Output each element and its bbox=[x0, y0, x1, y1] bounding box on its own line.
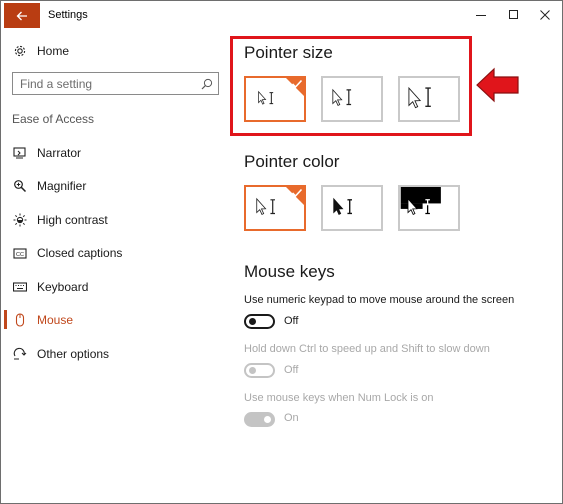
search-input[interactable]: Find a setting bbox=[12, 72, 219, 95]
mouse-keys-toggle[interactable] bbox=[244, 314, 275, 329]
gear-icon bbox=[12, 43, 28, 59]
sidebar-item-label: Other options bbox=[37, 347, 110, 361]
other-options-icon bbox=[12, 346, 28, 362]
close-button[interactable] bbox=[534, 5, 556, 25]
white-pointer-icon bbox=[256, 197, 275, 215]
sidebar-item-label: Closed captions bbox=[37, 246, 123, 260]
numeric-keypad-description: Use numeric keypad to move mouse around … bbox=[244, 294, 515, 306]
sidebar-item-narrator[interactable]: Narrator bbox=[12, 145, 81, 161]
ctrl-speed-toggle-label: Off bbox=[284, 364, 299, 376]
pointer-color-heading: Pointer color bbox=[244, 152, 340, 171]
toggle-knob bbox=[264, 416, 271, 423]
mouse-keys-toggle-label: Off bbox=[284, 315, 299, 327]
high-contrast-icon bbox=[12, 212, 28, 228]
annotation-highlight-box bbox=[230, 36, 472, 136]
pointer-color-option-inverted[interactable] bbox=[398, 185, 460, 231]
magnifier-icon bbox=[12, 178, 28, 194]
sidebar-item-label: High contrast bbox=[37, 213, 108, 227]
active-item-indicator bbox=[4, 310, 7, 329]
keyboard-icon bbox=[12, 279, 28, 295]
section-label: Ease of Access bbox=[12, 112, 95, 126]
close-icon bbox=[540, 10, 550, 20]
back-button[interactable] bbox=[4, 3, 40, 28]
search-placeholder: Find a setting bbox=[20, 77, 93, 91]
sidebar-item-label: Mouse bbox=[37, 313, 74, 327]
black-pointer-icon bbox=[333, 197, 352, 215]
closed-captions-icon: CC bbox=[12, 245, 28, 261]
num-lock-description: Use mouse keys when Num Lock is on bbox=[244, 392, 434, 404]
sidebar-item-closed-captions[interactable]: CC Closed captions bbox=[12, 245, 122, 261]
mouse-icon bbox=[12, 312, 28, 328]
minimize-button[interactable] bbox=[470, 5, 492, 25]
mouse-keys-heading: Mouse keys bbox=[244, 262, 335, 281]
sidebar-item-label: Keyboard bbox=[37, 280, 89, 294]
sidebar-item-high-contrast[interactable]: High contrast bbox=[12, 212, 108, 228]
sidebar-item-label: Magnifier bbox=[37, 179, 87, 193]
toggle-knob bbox=[249, 367, 256, 374]
back-arrow-icon bbox=[16, 11, 27, 20]
minimize-icon bbox=[476, 15, 486, 16]
window-title: Settings bbox=[48, 9, 88, 21]
maximize-icon bbox=[509, 10, 518, 19]
home-label: Home bbox=[37, 44, 70, 58]
sidebar-item-label: Narrator bbox=[37, 146, 82, 160]
sidebar-home[interactable]: Home bbox=[12, 43, 69, 59]
svg-text:CC: CC bbox=[16, 252, 24, 258]
num-lock-toggle-label: On bbox=[284, 412, 299, 424]
pointer-color-option-white[interactable] bbox=[244, 185, 306, 231]
settings-window: Settings Home Find a setting Ease of Acc… bbox=[0, 0, 563, 504]
sidebar-item-magnifier[interactable]: Magnifier bbox=[12, 178, 86, 194]
sidebar-item-keyboard[interactable]: Keyboard bbox=[12, 279, 88, 295]
maximize-button[interactable] bbox=[503, 5, 525, 25]
title-bar: Settings bbox=[1, 1, 562, 30]
ctrl-speed-description: Hold down Ctrl to speed up and Shift to … bbox=[244, 343, 490, 355]
annotation-arrow-icon bbox=[476, 67, 519, 103]
sidebar-item-other-options[interactable]: Other options bbox=[12, 346, 109, 362]
sidebar-item-mouse[interactable]: Mouse bbox=[12, 312, 73, 328]
inverted-pointer-icon bbox=[400, 187, 441, 215]
ctrl-speed-toggle[interactable] bbox=[244, 363, 275, 378]
toggle-knob bbox=[249, 318, 256, 325]
num-lock-toggle[interactable] bbox=[244, 412, 275, 427]
narrator-icon bbox=[12, 145, 28, 161]
pointer-color-option-black[interactable] bbox=[321, 185, 383, 231]
search-icon[interactable] bbox=[201, 77, 213, 95]
